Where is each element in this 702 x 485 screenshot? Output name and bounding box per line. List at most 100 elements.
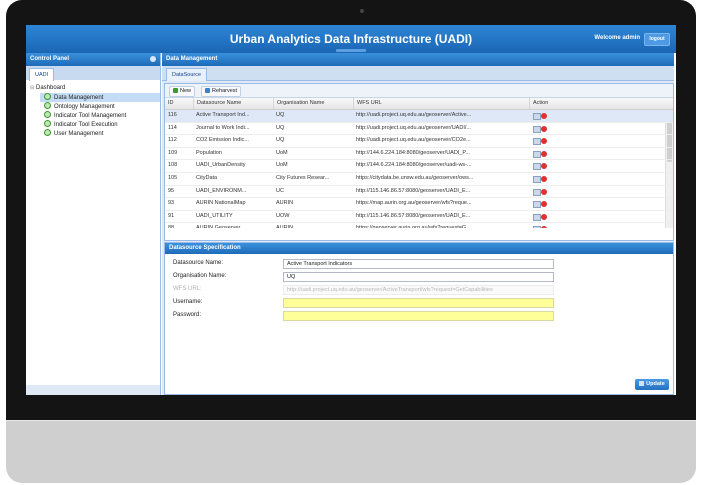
delete-icon[interactable]	[541, 188, 547, 195]
cell-org: UC	[276, 187, 284, 194]
logout-button[interactable]: logout	[644, 33, 670, 46]
table-row[interactable]: 105 CityData City Futures Resear... https:/…	[165, 173, 673, 186]
password-label: Password:	[173, 312, 202, 318]
cell-org: UQ	[276, 112, 285, 118]
delete-icon[interactable]	[541, 150, 547, 157]
delete-icon[interactable]	[541, 201, 547, 208]
cell-url: http://uadi.project.uq.edu.au/geoserver/…	[356, 137, 471, 144]
update-button[interactable]: Update	[635, 379, 669, 390]
monitor-chin	[6, 420, 696, 483]
leaf-icon	[44, 102, 51, 109]
column-header-organisation-name[interactable]: Organisation Name	[273, 98, 353, 109]
column-header-id[interactable]: ID	[165, 98, 192, 109]
tree-item-ontology-management[interactable]: Ontology Management	[26, 102, 160, 111]
tree-item-indicator-tool-execution[interactable]: Indicator Tool Execution	[26, 120, 160, 129]
delete-icon[interactable]	[541, 213, 547, 220]
edit-icon[interactable]	[533, 226, 541, 228]
cell-name: UADI_ENVIRONM...	[196, 187, 247, 194]
cell-url: http://115.146.86.57:8080/geoserver/UADI…	[356, 212, 471, 219]
delete-icon[interactable]	[541, 163, 547, 170]
organisation-name-label: Organisation Name:	[173, 273, 227, 279]
username-field[interactable]	[283, 298, 554, 308]
cell-url: https://citydata.be.unsw.edu.au/geoserve…	[356, 174, 474, 181]
edit-icon[interactable]	[533, 113, 541, 120]
tree-item-data-management[interactable]: Data Management	[40, 93, 160, 102]
delete-icon[interactable]	[541, 175, 547, 182]
cell-name: Active Transport Ind...	[196, 112, 250, 118]
update-button-label: Update	[646, 381, 665, 387]
edit-icon[interactable]	[533, 150, 541, 158]
cell-id: 95	[168, 187, 175, 194]
new-button[interactable]: New	[169, 86, 196, 97]
new-button-label: New	[180, 88, 192, 94]
table-row[interactable]: 116 Active Transport Ind... UQ http://uadi.…	[165, 110, 673, 123]
cell-name: CityData	[196, 174, 218, 181]
cell-id: 112	[168, 137, 177, 144]
cell-name: Journal to Work Indi...	[196, 124, 250, 131]
tree-item-indicator-tool-management[interactable]: Indicator Tool Management	[26, 111, 160, 120]
column-header-action[interactable]: Action	[529, 98, 563, 109]
table-row[interactable]: 91 UADI_UTILITY UOW http://115.146.86.57:80…	[165, 211, 673, 224]
table-row[interactable]: 95 UADI_ENVIRONM... UC http://115.146.86.57…	[165, 186, 673, 199]
edit-icon[interactable]	[533, 125, 541, 133]
cell-id: 105	[168, 174, 178, 181]
leaf-icon	[44, 111, 51, 118]
cell-url: http://144.6.224.184:8080/geoserver/UADI…	[356, 149, 470, 156]
wfs-url-label: WFS URL:	[173, 286, 202, 292]
cell-url: http://uadi.project.uq.edu.au/geoserver/…	[356, 124, 471, 131]
cell-org: City Futures Resear...	[276, 174, 330, 181]
delete-icon[interactable]	[541, 226, 547, 228]
tree-item-label: Indicator Tool Execution	[54, 122, 118, 128]
cell-org: UQ	[276, 137, 285, 144]
cell-name: UADI_UrbanDensity	[196, 162, 246, 169]
collapse-icon[interactable]	[150, 56, 156, 62]
table-row[interactable]: 93 AURIN NationalMap AURIN https://map.auri…	[165, 198, 673, 211]
edit-icon[interactable]	[533, 175, 541, 183]
organisation-name-field[interactable]: UQ	[283, 272, 554, 282]
table-row[interactable]: 109 Population UoM http://144.6.224.184:808…	[165, 148, 673, 161]
delete-icon[interactable]	[541, 113, 547, 119]
table-row[interactable]: 114 Journal to Work Indi... UQ http://uadi.…	[165, 123, 673, 136]
cell-name: AURIN Geoserver	[193, 223, 272, 228]
main-tabbar: DataSource	[162, 66, 674, 81]
cell-id: 109	[168, 149, 178, 156]
edit-icon[interactable]	[533, 163, 541, 171]
sidebar-tabbar: UADI	[26, 66, 160, 81]
edit-icon[interactable]	[533, 188, 541, 196]
navigation-tree: ⊟ Dashboard Data Management Ontology Mana…	[26, 80, 160, 385]
cell-id: 108	[168, 162, 178, 169]
edit-icon[interactable]	[533, 138, 541, 146]
tree-item-dashboard[interactable]: ⊟ Dashboard	[26, 84, 160, 93]
header-bar: Urban Analytics Data Infrastructure (UAD…	[26, 25, 676, 53]
datasource-name-field[interactable]: Active Transport Indicators	[283, 259, 554, 269]
main-panel-title: Data Management	[162, 53, 674, 66]
edit-icon[interactable]	[533, 213, 541, 221]
camera-icon	[360, 9, 364, 13]
tab-uadi[interactable]: UADI	[29, 68, 55, 81]
tree-item-user-management[interactable]: User Management	[26, 129, 160, 138]
tree-toggle-icon[interactable]: ⊟	[30, 84, 34, 93]
cell-id: 116	[168, 112, 177, 118]
wfs-url-field[interactable]: http://uadi.project.uq.edu.au/geoserver/…	[283, 285, 554, 295]
leaf-icon	[44, 93, 51, 100]
drag-handle[interactable]	[336, 49, 366, 52]
tab-datasource[interactable]: DataSource	[166, 68, 208, 81]
tree-item-label: User Management	[54, 131, 104, 137]
refresh-icon	[205, 88, 210, 93]
datasource-grid: New Reharvest ID Datasource Name Organis…	[164, 83, 674, 241]
column-header-datasource-name[interactable]: Datasource Name	[193, 98, 273, 109]
delete-icon[interactable]	[541, 125, 547, 132]
table-row[interactable]: 108 UADI_UrbanDensity UoM http://144.6.224.…	[165, 160, 673, 173]
column-header-wfs-url[interactable]: WFS URL	[353, 98, 529, 109]
leaf-icon	[44, 120, 51, 127]
password-field[interactable]	[283, 311, 554, 321]
grid-toolbar: New Reharvest	[165, 84, 673, 98]
welcome-text: Welcome admin	[594, 35, 640, 41]
table-row[interactable]: 112 CO2 Emission Indic... UQ http://uadi.pr…	[165, 135, 673, 148]
edit-icon[interactable]	[533, 201, 541, 209]
delete-icon[interactable]	[541, 138, 547, 145]
cell-id: 88	[165, 223, 192, 228]
datasource-name-label: Datasource Name:	[173, 260, 224, 266]
reharvest-button[interactable]: Reharvest	[201, 86, 242, 97]
table-row[interactable]: 88AURIN GeoserverAURINhttps://geoserver.…	[165, 223, 673, 228]
